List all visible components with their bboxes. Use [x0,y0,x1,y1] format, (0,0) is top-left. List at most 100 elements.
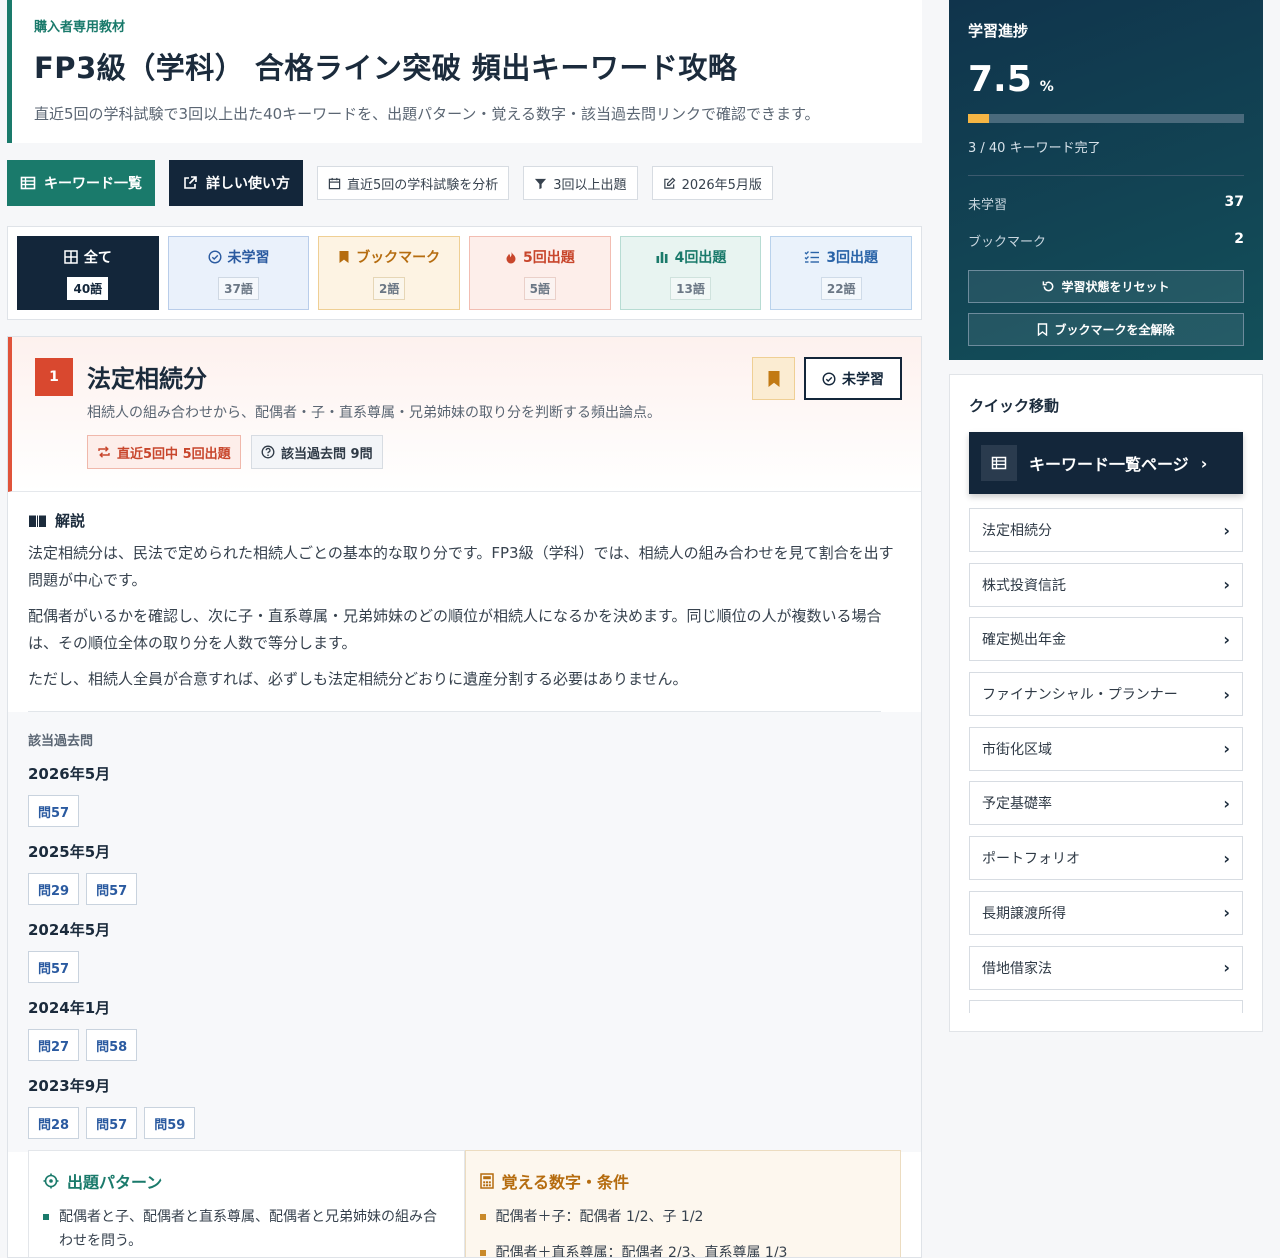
question-link[interactable]: 問58 [86,1029,138,1061]
bar-chart-icon [656,251,668,263]
question-link[interactable]: 問29 [28,873,80,905]
bullet-icon [43,1214,49,1220]
question-link[interactable]: 問28 [28,1107,80,1139]
question-links: 問27 問58 [28,1029,901,1061]
chevron-right-icon: › [1223,739,1230,759]
bullet-icon [479,1214,486,1220]
chip-frequency: 3回以上出題 [523,166,638,200]
question-links: 問57 [28,951,901,983]
question-link[interactable]: 問59 [144,1107,196,1139]
stat-unstudied: 未学習 37 [968,194,1244,213]
quick-nav-item[interactable]: 法定相続分 › [969,508,1243,552]
calendar-icon [328,177,341,189]
clear-bookmarks-label: ブックマークを全解除 [1054,323,1175,337]
question-link[interactable]: 問57 [86,873,138,905]
progress-bar-fill [968,114,989,123]
memorize-heading-label: 覚える数字・条件 [501,1173,630,1192]
page-title: FP3級（学科） 合格ライン突破 頻出キーワード攻略 [34,51,738,85]
keyword-title: 法定相続分 [87,365,207,393]
filter-tab-unstudied[interactable]: 未学習 37語 [167,236,310,310]
chevron-right-icon: › [1223,684,1230,704]
question-link[interactable]: 問57 [86,1107,138,1139]
quick-nav-item[interactable]: ファイナンシャル・プランナー › [969,672,1243,717]
howto-button[interactable]: 詳しい使い方 [169,160,303,206]
exam-date: 2024年1月 [28,999,111,1017]
bookmark-icon [768,370,779,387]
filter-tab-bookmark[interactable]: ブックマーク 2語 [318,236,461,310]
filter-label: 全て [83,249,112,266]
quick-nav-list: 法定相続分 › 株式投資信託 › 確定拠出年金 › ファイナンシャル・プランナー › 市… [969,508,1243,1013]
quick-nav-item[interactable]: 市街化区域 › [969,726,1243,771]
page-subtitle: 直近5回の学科試験で3回以上出た40キーワードを、出題パターン・覚える数字・該当… [34,105,820,123]
quick-nav-item[interactable]: 予定基礎率 › [969,781,1243,826]
question-links: 問57 [28,795,901,827]
progress-percent-unit: % [1039,79,1054,95]
quick-nav-item-label: 確定拠出年金 [982,632,1066,649]
past-exams-label: 該当過去問 [28,734,94,749]
memorize-section: 覚える数字・条件 配偶者＋子：配偶者 1/2、子 1/2 配偶者＋直系尊属：配偶… [464,1150,901,1257]
chip-analysis-label: 直近5回の学科試験を分析 [347,177,499,193]
filter-tab-5-times[interactable]: 5回出題 5語 [469,236,611,310]
filter-tab-4-times[interactable]: 4回出題 13語 [619,236,762,310]
reset-progress-button[interactable]: 学習状態をリセット [968,270,1244,303]
grid-icon [64,249,78,264]
check-circle-icon [207,249,222,264]
keyword-page-button[interactable]: キーワード一覧ページ › [969,432,1243,494]
question-link[interactable]: 問57 [28,795,80,827]
eyebrow-label: 購入者専用教材 [34,20,126,35]
chevron-right-icon: › [1223,629,1230,649]
pattern-item: 配偶者と子、配偶者と直系尊属、配偶者と兄弟姉妹の組み合わせを問う。 [43,1205,450,1253]
detail-columns: 出題パターン 配偶者と子、配偶者と直系尊属、配偶者と兄弟姉妹の組み合わせを問う。… [28,1150,901,1257]
progress-panel: 学習進捗 7.5 % 3 / 40 キーワード完了 未学習 37 ブックマーク … [949,0,1263,360]
chevron-right-icon: › [1223,520,1230,540]
filter-count: 2語 [373,276,406,300]
quick-nav-item-label: 借地借家法 [982,960,1052,977]
chip-frequency-label: 3回以上出題 [553,177,627,193]
filter-label: 3回出題 [826,249,879,266]
chevron-right-icon: › [1223,958,1230,977]
quick-nav-item[interactable]: 確定拠出年金 › [969,617,1243,662]
past-questions-badge: 該当過去問 9問 [251,435,383,469]
explanation-paragraph: 法定相続分は、民法で定められた相続人ごとの基本的な取り分です。FP3級（学科）で… [28,544,894,589]
quick-nav-item[interactable]: ポートフォリオ › [969,836,1243,881]
quick-nav-item-label: 市街化区域 [982,741,1052,758]
quick-nav-item-label: 株式投資信託 [982,577,1066,594]
page: 購入者専用教材 FP3級（学科） 合格ライン突破 頻出キーワード攻略 直近5回の… [0,0,1280,1258]
keyword-list-button[interactable]: キーワード一覧 [7,160,155,206]
question-circle-icon [261,445,275,459]
progress-done-text: 3 / 40 キーワード完了 [968,141,1101,156]
past-questions-badge-label: 該当過去問 9問 [281,446,373,462]
question-link[interactable]: 問27 [28,1029,80,1061]
bookmark-toggle-button[interactable] [752,357,795,400]
explanation-section: 解説 法定相続分は、民法で定められた相続人ごとの基本的な取り分です。FP3級（学… [8,492,921,712]
explanation-heading-label: 解説 [55,512,86,530]
stat-bookmarks: ブックマーク 2 [968,231,1244,250]
question-link[interactable]: 問57 [28,951,80,983]
reset-progress-label: 学習状態をリセット [1061,280,1170,294]
exam-date: 2024年5月 [28,921,111,939]
keyword-card-header: 1 法定相続分 相続人の組み合わせから、配偶者・子・直系尊属・兄弟姉妹の取り分を… [8,337,921,492]
filter-label: 5回出題 [522,249,575,266]
quick-nav-item[interactable]: 株式投資信託 › [969,562,1243,607]
chip-edition-label: 2026年5月版 [681,177,762,193]
stat-value: 2 [1234,231,1244,247]
study-status-button[interactable]: 未学習 [804,357,902,400]
reset-icon [1043,281,1054,292]
quick-nav-item[interactable]: 長期譲渡所得 › [969,890,1243,935]
quick-nav-item-label: ポートフォリオ [982,851,1080,868]
stat-value: 37 [1224,194,1244,210]
quick-nav-item-partial[interactable] [969,1000,1243,1013]
external-link-icon [184,176,197,189]
chevron-right-icon: › [1223,793,1230,813]
filter-tab-3-times[interactable]: 3回出題 22語 [770,236,913,310]
filter-tab-all[interactable]: 全て 40語 [17,236,159,310]
explanation-heading: 解説 [28,510,901,531]
quick-nav-item[interactable]: 借地借家法 › [969,945,1243,990]
quick-nav-item-label: 法定相続分 [982,523,1052,539]
clear-bookmarks-button[interactable]: ブックマークを全解除 [968,313,1244,346]
filter-label: 未学習 [227,249,270,266]
chip-analysis: 直近5回の学科試験を分析 [317,166,510,200]
pattern-heading: 出題パターン [43,1169,450,1193]
target-icon [43,1173,59,1189]
keyword-card: 1 法定相続分 相続人の組み合わせから、配偶者・子・直系尊属・兄弟姉妹の取り分を… [7,336,922,1258]
